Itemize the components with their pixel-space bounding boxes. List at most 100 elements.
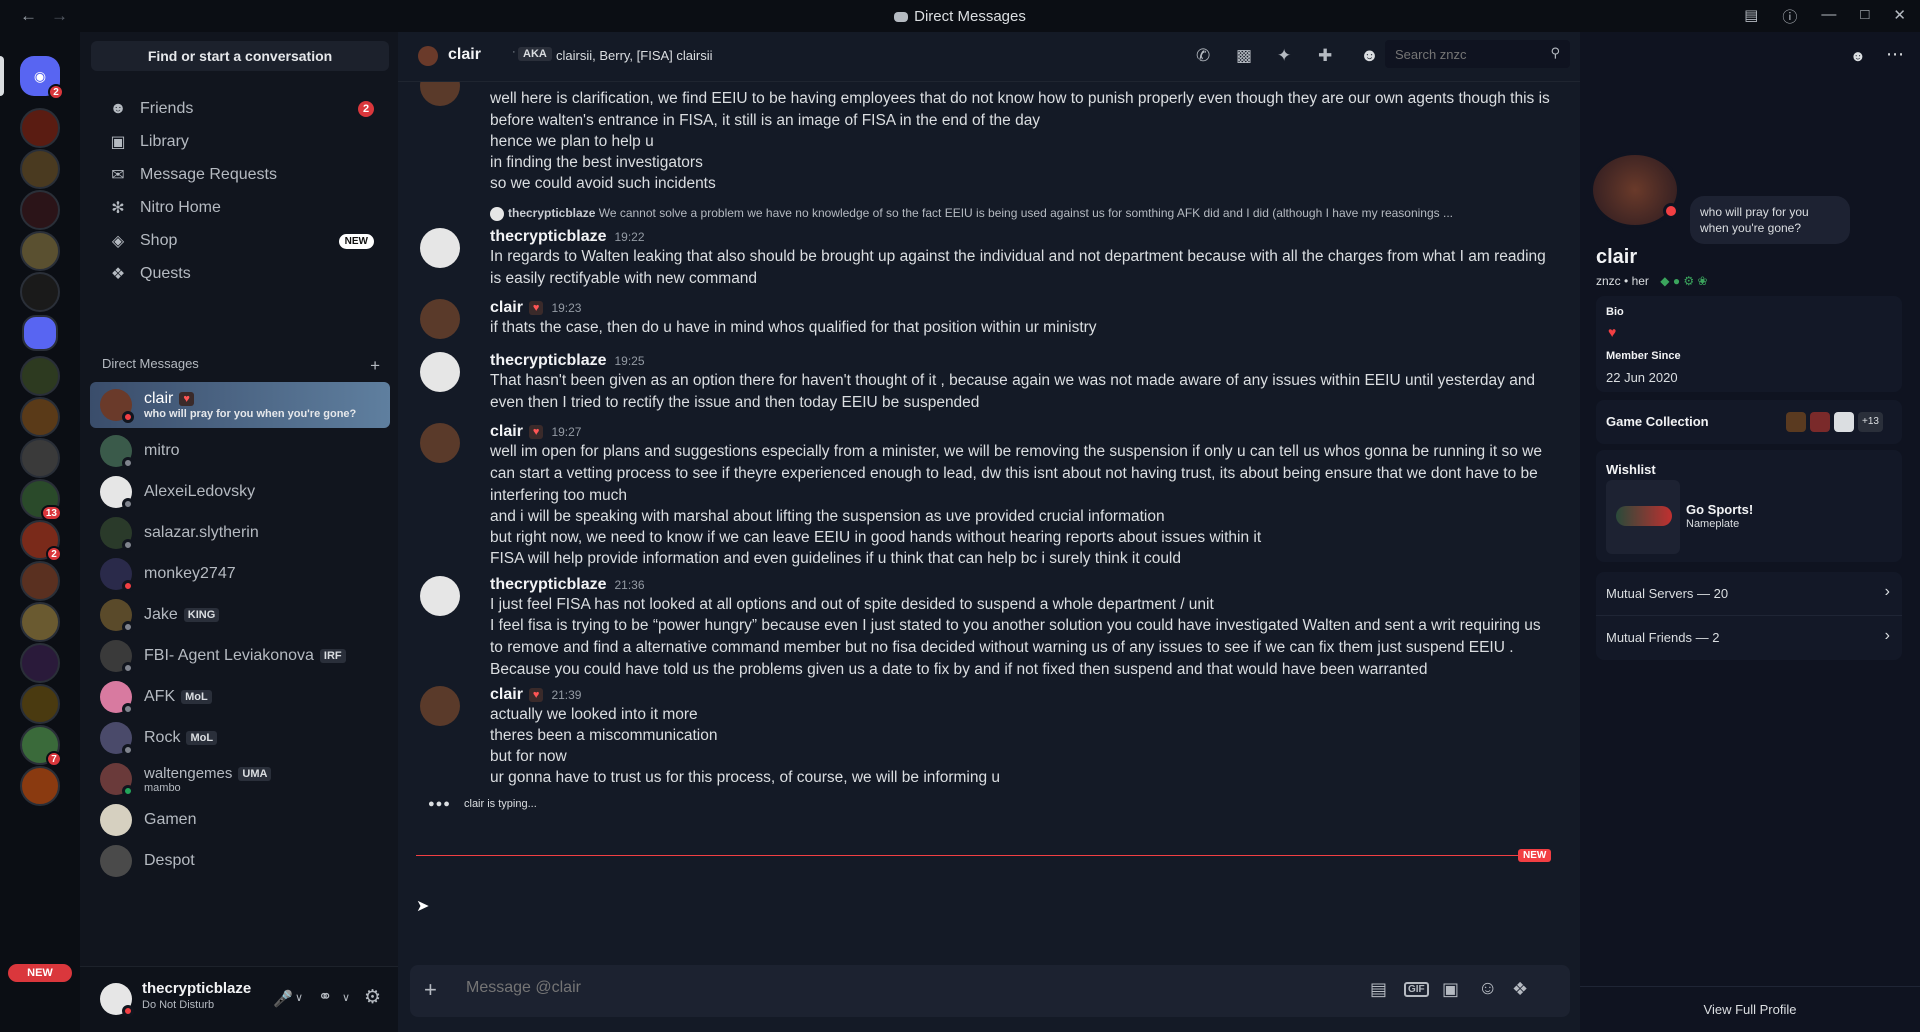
home-badge: 2 [48, 84, 64, 100]
headphones-icon[interactable]: ⚭ [318, 987, 332, 1007]
wishlist-item-name[interactable]: Go Sports! [1686, 502, 1753, 517]
server-icon[interactable]: 13 [20, 479, 62, 521]
library-icon: ▣ [110, 134, 126, 151]
dm-name: monkey2747 [144, 565, 236, 582]
dm-item[interactable]: waltengemes UMA mambo [90, 756, 390, 802]
wishlist-thumbnail[interactable] [1606, 480, 1680, 554]
dm-item[interactable]: Gamen [90, 797, 390, 843]
profile-avatar[interactable] [1590, 152, 1680, 228]
message-author[interactable]: clair ♥ 19:27 [490, 423, 581, 441]
pin-icon[interactable]: ✦ [1277, 46, 1291, 66]
more-options-icon[interactable]: ⋯ [1886, 44, 1904, 65]
message-text: but for now [490, 748, 567, 765]
gift-icon[interactable]: ▤ [1370, 979, 1387, 1000]
server-icon[interactable]: 7 [20, 725, 62, 767]
sticker-icon[interactable]: ▣ [1442, 979, 1459, 1000]
dm-item[interactable]: salazar.slytherin [90, 510, 390, 556]
message-author[interactable]: thecrypticblaze 21:36 [490, 576, 645, 594]
server-icon[interactable] [20, 108, 60, 148]
shop-icon: ◈ [111, 233, 125, 250]
server-icon[interactable] [20, 684, 60, 724]
upload-plus-icon[interactable]: + [424, 977, 437, 1003]
avatar [100, 517, 134, 551]
wishlist-label: Wishlist [1606, 462, 1656, 477]
mutual-servers-row[interactable]: Mutual Servers — 20 › [1596, 572, 1902, 616]
avatar [420, 82, 460, 106]
message-author[interactable]: clair ♥ 19:23 [490, 299, 581, 317]
gif-icon[interactable]: GIF [1404, 982, 1429, 997]
maximize-icon[interactable]: □ [1860, 6, 1869, 27]
dm-item[interactable]: Jake KING [90, 592, 390, 638]
server-folder-icon[interactable] [22, 315, 58, 351]
create-dm-icon[interactable]: + [370, 356, 380, 376]
close-icon[interactable]: ✕ [1893, 6, 1906, 27]
dm-item[interactable]: FBI- Agent Leviakonova IRF [90, 633, 390, 679]
server-icon[interactable] [20, 643, 60, 683]
server-icon[interactable] [20, 356, 60, 396]
chat-title[interactable]: clair [448, 46, 481, 64]
avatar[interactable] [420, 576, 460, 616]
server-icon[interactable] [20, 190, 60, 230]
dm-item-clair[interactable]: clair ♥ who will pray for you when you're… [90, 382, 390, 428]
server-icon[interactable] [20, 231, 60, 271]
dm-item[interactable]: mitro [90, 428, 390, 474]
server-icon[interactable] [20, 149, 60, 189]
avatar[interactable] [420, 423, 460, 463]
search-box[interactable]: ⚲ [1385, 40, 1570, 68]
server-icon[interactable]: 2 [20, 520, 62, 562]
server-icon[interactable] [20, 561, 60, 601]
settings-gear-icon[interactable]: ⚙ [364, 986, 381, 1009]
video-call-icon[interactable]: ▩ [1236, 46, 1252, 66]
server-icon[interactable] [20, 438, 60, 478]
dm-item[interactable]: Despot [90, 838, 390, 884]
message-author[interactable]: clair ♥ 21:39 [490, 686, 581, 704]
dm-item[interactable]: Rock MoL [90, 715, 390, 761]
voice-call-icon[interactable]: ✆ [1196, 46, 1210, 66]
badge-icons: ◆ ● ⚙ ❀ [1660, 274, 1708, 288]
help-icon[interactable]: ⓘ [1782, 6, 1797, 27]
emoji-icon[interactable]: ☺ [1478, 978, 1497, 1000]
user-profile-icon[interactable]: ☻ [1360, 45, 1379, 66]
find-conversation-button[interactable]: Find or start a conversation [91, 41, 389, 71]
message-author[interactable]: thecrypticblaze 19:25 [490, 352, 645, 370]
message-text: actually we looked into it more [490, 706, 698, 723]
avatar[interactable] [420, 352, 460, 392]
server-icon[interactable] [20, 397, 60, 437]
server-icon[interactable] [20, 602, 60, 642]
chevron-down-icon[interactable]: ∨ [342, 991, 350, 1004]
dm-item[interactable]: AFK MoL [90, 674, 390, 720]
chevron-down-icon[interactable]: ∨ [295, 991, 303, 1004]
avatar [100, 845, 132, 877]
home-button[interactable]: ◉ 2 [20, 56, 64, 100]
avatar[interactable] [420, 228, 460, 268]
about-panel: Bio ♥ Member Since 22 Jun 2020 [1596, 296, 1902, 392]
search-input[interactable] [1395, 46, 1545, 62]
add-friend-icon[interactable]: ☻ [1850, 48, 1866, 65]
nav-quests[interactable]: ❖ Quests [90, 255, 388, 293]
apps-icon[interactable]: ❖ [1512, 979, 1528, 1000]
user-avatar[interactable] [100, 983, 134, 1017]
dm-name: AFK MoL [144, 688, 212, 706]
server-icon[interactable] [20, 766, 60, 806]
profile-panel: ☻ ⋯ who will pray for you when you're go… [1580, 32, 1920, 1032]
message-text: That hasn't been given as an option ther… [490, 372, 1536, 411]
server-icon[interactable] [20, 272, 60, 312]
mutual-friends-row[interactable]: Mutual Friends — 2 › [1596, 616, 1902, 660]
message-input[interactable] [466, 979, 1166, 997]
add-friends-icon[interactable]: ✚ [1318, 46, 1332, 66]
microphone-icon[interactable]: 🎤 [273, 989, 293, 1009]
new-unreads-pill[interactable]: NEW [8, 964, 72, 982]
game-collection-panel[interactable]: Game Collection +13 [1596, 400, 1902, 444]
bio-label: Bio [1606, 306, 1624, 318]
minimize-icon[interactable]: — [1821, 6, 1836, 27]
quests-icon: ❖ [110, 266, 126, 283]
dm-item[interactable]: AlexeiLedovsky [90, 469, 390, 515]
reply-preview[interactable]: thecrypticblaze We cannot solve a proble… [490, 206, 1550, 221]
dm-item[interactable]: monkey2747 [90, 551, 390, 597]
message-time: 19:27 [551, 425, 582, 439]
avatar[interactable] [420, 299, 460, 339]
message-author[interactable]: thecrypticblaze 19:22 [490, 228, 645, 246]
avatar[interactable] [420, 686, 460, 726]
inbox-icon[interactable]: ▤ [1744, 6, 1758, 27]
view-full-profile-button[interactable]: View Full Profile [1580, 986, 1920, 1032]
